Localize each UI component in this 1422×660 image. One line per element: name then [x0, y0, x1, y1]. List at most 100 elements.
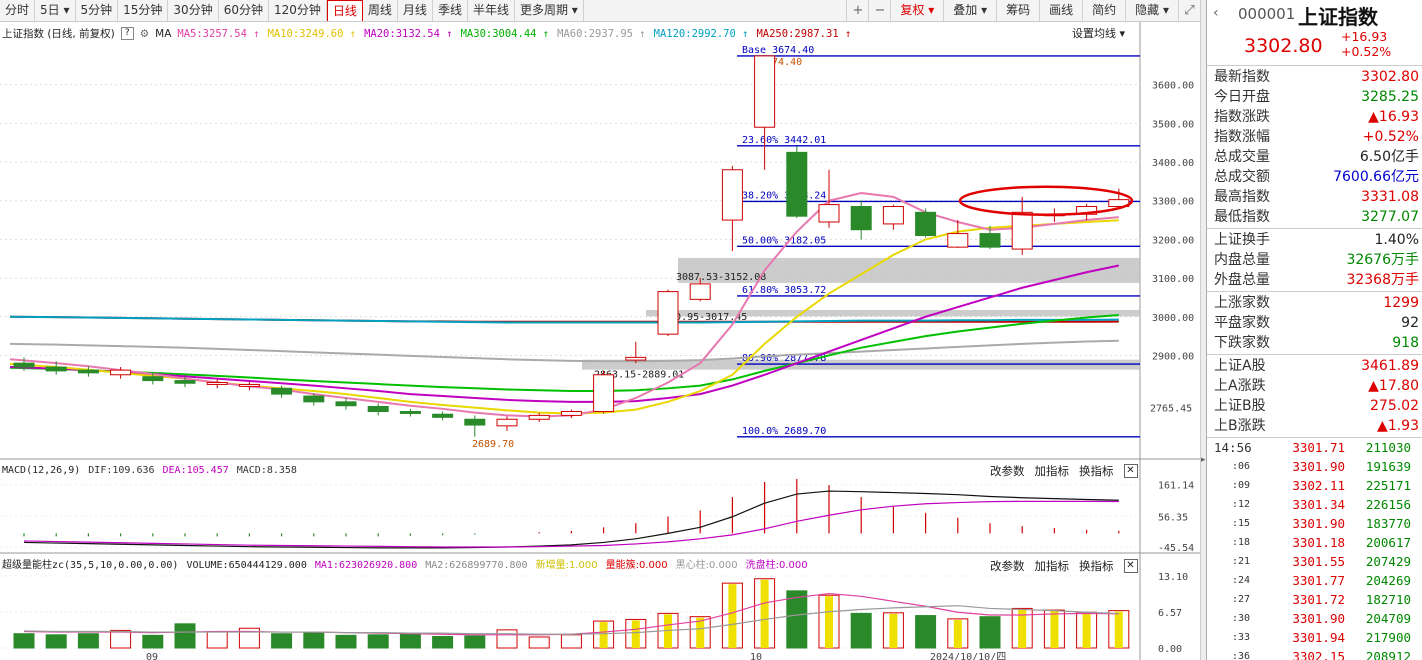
toolbar-button-1[interactable]: 叠加 ▾: [943, 0, 996, 22]
vol-ma1: MA1:623026920.800: [314, 560, 418, 571]
period-tab-4[interactable]: 30分钟: [168, 0, 219, 21]
candle-body: [1011, 211, 1033, 250]
edit-params-button[interactable]: 改参数: [990, 557, 1025, 575]
period-tab-1[interactable]: 5日 ▾: [35, 0, 76, 21]
quote-key: 下跌家数: [1214, 335, 1270, 351]
candle-body: [593, 374, 615, 413]
quote-value: ▲16.93: [1368, 109, 1419, 125]
tick-time: :18: [1232, 537, 1251, 548]
period-tab-6[interactable]: 120分钟: [269, 0, 327, 21]
price-axis-label: 2900.00: [1152, 351, 1194, 362]
volume-marker: [760, 579, 769, 648]
volume-marker: [696, 617, 705, 648]
tick-volume: 207429: [1365, 554, 1411, 569]
quote-value: ▲17.80: [1368, 378, 1419, 394]
quote-group1: 最新指数 3302.80 今日开盘 3285.25 指数涨跌 ▲16.93 指数涨幅 +0.5…: [1207, 66, 1422, 229]
ma-item-6: MA250:2987.31 ↑: [756, 28, 852, 40]
add-indicator-button[interactable]: 加指标: [1035, 557, 1070, 575]
period-tab-8[interactable]: 周线: [363, 0, 398, 21]
quote-key: 今日开盘: [1214, 89, 1270, 105]
swap-indicator-button[interactable]: 换指标: [1079, 557, 1114, 575]
macd-title: MACD(12,26,9): [2, 465, 81, 476]
quote-key: 上证换手: [1214, 232, 1270, 248]
quote-stats: 最新指数 3302.80 今日开盘 3285.25 指数涨跌 ▲16.93 指数涨幅 +0.5…: [1207, 66, 1422, 438]
tick-price: 3301.94: [1292, 630, 1345, 645]
tick-volume: 225171: [1365, 478, 1411, 493]
volume-bar: [174, 623, 196, 649]
tick-time: :27: [1232, 594, 1251, 605]
quote-value: 3331.08: [1361, 189, 1419, 205]
volume-bar: [464, 635, 486, 649]
quote-row: 上涨家数 1299: [1207, 293, 1422, 313]
volume-bar: [915, 615, 937, 649]
ma-label: MA: [155, 28, 172, 40]
candle-body: [721, 169, 743, 221]
tick-volume: 200617: [1365, 535, 1411, 550]
period-tab-7[interactable]: 日线: [326, 0, 363, 21]
close-icon[interactable]: ✕: [1123, 464, 1138, 478]
help-icon[interactable]: ?: [120, 27, 134, 40]
add-indicator-button[interactable]: 加指标: [1035, 462, 1070, 480]
volume-bar: [303, 632, 325, 649]
period-tab-0[interactable]: 分时: [0, 0, 36, 21]
quote-key: 指数涨跌: [1214, 109, 1270, 125]
period-tab-11[interactable]: 半年线: [468, 0, 515, 21]
fib-label: 50.00% 3182.05: [742, 235, 826, 246]
gear-icon[interactable]: ⚙: [140, 24, 149, 44]
period-tab-9[interactable]: 月线: [398, 0, 433, 21]
quote-value: 3461.89: [1361, 358, 1419, 374]
volume-marker: [825, 596, 833, 648]
index-code: 000001: [1238, 5, 1296, 23]
vol-ma2: MA2:626899770.800: [425, 560, 528, 571]
close-icon[interactable]: ✕: [1123, 559, 1138, 573]
change-amount: +16.93: [1341, 29, 1388, 44]
candle-body: [979, 233, 1001, 248]
period-tab-5[interactable]: 60分钟: [219, 0, 269, 21]
volume-bar: [77, 633, 99, 649]
gap-label: 3087.53-3152.08: [676, 272, 766, 283]
ma-item-3: MA30:3004.44 ↑: [460, 28, 550, 40]
candle-body: [560, 411, 582, 416]
candle-body: [110, 369, 132, 376]
tick-row: :36 3302.15 208912: [1207, 647, 1422, 660]
quote-key: 上涨家数: [1214, 295, 1270, 311]
quote-key: 上A涨跌: [1214, 378, 1266, 394]
candle-body: [13, 362, 35, 368]
fullscreen-icon[interactable]: ⤢: [1178, 0, 1200, 22]
settings-ma-button[interactable]: 设置均线 ▾: [1072, 24, 1125, 44]
volume-axis-label: 6.57: [1158, 608, 1182, 619]
toolbar-button-2[interactable]: 筹码: [996, 0, 1039, 22]
tick-list[interactable]: 14:56 3301.71 211030:06 3301.90 191639:09 330…: [1207, 438, 1422, 660]
period-tab-3[interactable]: 15分钟: [118, 0, 169, 21]
swap-indicator-button[interactable]: 换指标: [1079, 462, 1114, 480]
price-axis-label: 3400.00: [1152, 158, 1194, 169]
edit-params-button[interactable]: 改参数: [990, 462, 1025, 480]
toolbar-button-5[interactable]: 隐藏 ▾: [1125, 0, 1178, 22]
period-tab-10[interactable]: 季线: [433, 0, 468, 21]
zoom-in-icon[interactable]: +: [846, 0, 868, 22]
index-price: 3302.80: [1244, 35, 1323, 57]
quote-value: 918: [1392, 335, 1419, 351]
toolbar-button-4[interactable]: 简约: [1082, 0, 1125, 22]
quote-key: 总成交额: [1214, 169, 1270, 185]
ma-item-1: MA10:3249.60 ↑: [267, 28, 357, 40]
period-tab-12[interactable]: 更多周期 ▾: [515, 0, 584, 21]
quote-key: 上证A股: [1214, 358, 1266, 374]
back-icon[interactable]: ‹: [1213, 5, 1219, 21]
ma-item-0: MA5:3257.54 ↑: [177, 28, 260, 40]
quote-row: 最高指数 3331.08: [1207, 187, 1422, 207]
candle-body: [367, 405, 389, 413]
quote-value: ▲1.93: [1377, 418, 1419, 434]
candle-body: [45, 366, 67, 372]
toolbar-button-3[interactable]: 画线: [1039, 0, 1082, 22]
zoom-out-icon[interactable]: −: [868, 0, 890, 22]
tick-time: 14:56: [1214, 440, 1252, 455]
price-axis-label: 3500.00: [1152, 119, 1194, 130]
volume-bar: [13, 633, 35, 649]
price-axis-label: 3200.00: [1152, 235, 1194, 246]
toolbar-button-0[interactable]: 复权 ▾: [890, 0, 943, 22]
volume-axis-label: 13.10: [1158, 572, 1188, 583]
volume-marker: [1082, 613, 1091, 648]
quote-row: 指数涨幅 +0.52%: [1207, 127, 1422, 147]
period-tab-2[interactable]: 5分钟: [76, 0, 119, 21]
